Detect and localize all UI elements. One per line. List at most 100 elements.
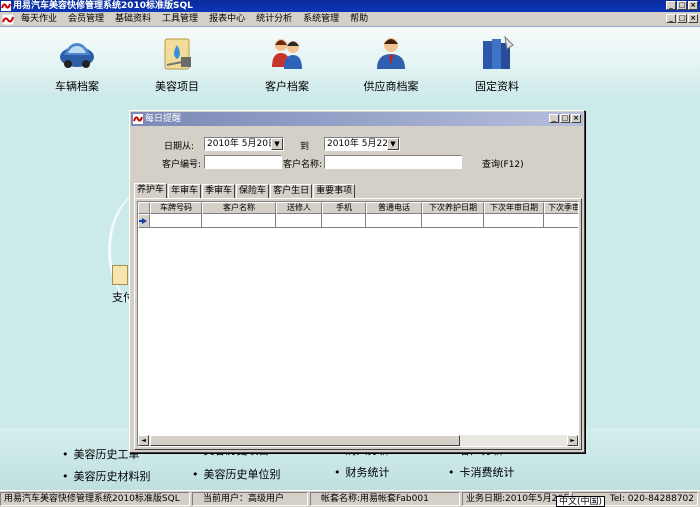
header-plate-number[interactable]: 车牌号码 bbox=[150, 202, 202, 214]
reminder-grid[interactable]: 车牌号码 客户名称 送修人 手机 普通电话 下次养护日期 下次年审日期 下次季审 bbox=[137, 201, 579, 447]
dialog-maximize-button[interactable]: □ bbox=[560, 114, 570, 123]
scroll-left-icon[interactable]: ◄ bbox=[138, 435, 149, 446]
maximize-button[interactable]: □ bbox=[677, 1, 687, 10]
menu-logo-icon[interactable] bbox=[2, 13, 14, 25]
mdi-restore-button[interactable]: □ bbox=[677, 14, 687, 23]
link-financial-statistics[interactable]: 财务统计 bbox=[334, 464, 390, 480]
dialog-window-controls: _ □ × bbox=[549, 114, 581, 123]
grid-header: 车牌号码 客户名称 送修人 手机 普通电话 下次养护日期 下次年审日期 下次季审 bbox=[138, 202, 578, 214]
tab-important-matters[interactable]: 重要事项 bbox=[313, 184, 356, 198]
header-mobile[interactable]: 手机 bbox=[322, 202, 366, 214]
tool-beauty-items[interactable]: 美容项目 bbox=[132, 33, 222, 94]
header-phone[interactable]: 普通电话 bbox=[366, 202, 422, 214]
cell-phone[interactable] bbox=[366, 214, 422, 228]
menu-statistics[interactable]: 统计分析 bbox=[251, 12, 298, 26]
date-to-label: 到 bbox=[300, 142, 310, 152]
customers-icon bbox=[272, 39, 302, 69]
cell-customer-name[interactable] bbox=[202, 214, 276, 228]
tool-label: 固定资料 bbox=[475, 80, 519, 93]
cell-plate-number[interactable] bbox=[150, 214, 202, 228]
status-app-name: 用易汽车美容快修管理系统2010标准版SQL bbox=[0, 492, 190, 506]
close-button[interactable]: × bbox=[688, 1, 698, 10]
beauty-icon bbox=[164, 38, 191, 70]
status-current-user: 当前用户：高级用户 bbox=[192, 492, 308, 506]
dialog-title-bar[interactable]: 每日提醒 _ □ × bbox=[131, 112, 583, 126]
app-title: 用易汽车美容快修管理系统2010标准版SQL bbox=[13, 1, 193, 11]
date-to-picker[interactable]: 2010年 5月22日 ▼ bbox=[324, 137, 400, 151]
date-from-picker[interactable]: 2010年 5月20日 ▼ bbox=[204, 137, 284, 151]
dialog-close-button[interactable]: × bbox=[571, 114, 581, 123]
scroll-right-icon[interactable]: ► bbox=[567, 435, 578, 446]
header-indicator bbox=[138, 202, 150, 214]
tab-quarterly-inspection[interactable]: 季审车 bbox=[202, 184, 236, 198]
menu-basic-data[interactable]: 基础资料 bbox=[110, 12, 157, 26]
customer-name-input[interactable] bbox=[324, 155, 462, 169]
cell-mobile[interactable] bbox=[322, 214, 366, 228]
chevron-down-icon[interactable]: ▼ bbox=[271, 138, 283, 150]
menu-member-management[interactable]: 会员管理 bbox=[63, 12, 110, 26]
menu-system-management[interactable]: 系统管理 bbox=[298, 12, 345, 26]
tab-panel: 车牌号码 客户名称 送修人 手机 普通电话 下次养护日期 下次年审日期 下次季审 bbox=[134, 198, 582, 450]
horizontal-scrollbar[interactable]: ◄ ► bbox=[138, 435, 578, 446]
dialog-minimize-button[interactable]: _ bbox=[549, 114, 559, 123]
dialog-title: 每日提醒 bbox=[145, 114, 182, 124]
dialog-logo-icon bbox=[133, 114, 143, 124]
date-from-label: 日期从: bbox=[164, 142, 195, 152]
link-card-consumption-statistics[interactable]: 卡消费统计 bbox=[448, 464, 515, 480]
tool-customer-records[interactable]: 客户档案 bbox=[242, 33, 332, 94]
tool-fixed-data[interactable]: 固定资料 bbox=[452, 33, 542, 94]
mdi-minimize-button[interactable]: _ bbox=[666, 14, 676, 23]
cell-next-annual[interactable] bbox=[484, 214, 544, 228]
header-customer-name[interactable]: 客户名称 bbox=[202, 202, 276, 214]
header-sender[interactable]: 送修人 bbox=[276, 202, 322, 214]
link-beauty-history-materials[interactable]: 美容历史材料别 bbox=[62, 468, 151, 484]
mdi-close-button[interactable]: × bbox=[688, 14, 698, 23]
date-from-value: 2010年 5月20日 bbox=[207, 139, 277, 149]
tab-insurance[interactable]: 保险车 bbox=[236, 184, 270, 198]
menu-bar: 每天作业 会员管理 基础资料 工具管理 报表中心 统计分析 系统管理 帮助 _ … bbox=[0, 12, 700, 26]
header-next-maintenance[interactable]: 下次养护日期 bbox=[422, 202, 484, 214]
menu-daily-work[interactable]: 每天作业 bbox=[16, 12, 63, 26]
supplier-icon bbox=[377, 38, 405, 69]
customer-no-label: 客户编号: bbox=[162, 160, 202, 170]
table-row[interactable] bbox=[138, 214, 578, 228]
window-controls: _ □ × bbox=[666, 1, 698, 10]
customer-no-input[interactable] bbox=[204, 155, 282, 169]
status-business-date: 业务日期:2010年5月20日 bbox=[462, 492, 570, 506]
cell-next-quarterly[interactable] bbox=[544, 214, 578, 228]
tool-label: 供应商档案 bbox=[363, 80, 419, 93]
ime-indicator[interactable]: 中文(中国) bbox=[556, 496, 606, 507]
scroll-thumb[interactable] bbox=[150, 435, 460, 446]
tab-maintenance-cars[interactable]: 养护车 bbox=[134, 183, 168, 198]
mdi-window-controls: _ □ × bbox=[666, 14, 698, 23]
tool-label: 美容项目 bbox=[155, 80, 199, 93]
books-icon bbox=[483, 35, 514, 69]
tool-vehicle-records[interactable]: 车辆档案 bbox=[32, 33, 122, 94]
tool-label: 客户档案 bbox=[265, 80, 309, 93]
daily-reminder-dialog: 每日提醒 _ □ × 日期从: 2010年 5月20日 ▼ 到 2010年 5月… bbox=[129, 110, 585, 453]
query-button[interactable]: 查询(F12) bbox=[482, 157, 524, 170]
tool-supplier-records[interactable]: 供应商档案 bbox=[346, 33, 436, 94]
minimize-button[interactable]: _ bbox=[666, 1, 676, 10]
cell-sender[interactable] bbox=[276, 214, 322, 228]
header-next-annual[interactable]: 下次年审日期 bbox=[484, 202, 544, 214]
customer-name-label: 客户名称: bbox=[283, 160, 323, 170]
menu-report-center[interactable]: 报表中心 bbox=[204, 12, 251, 26]
tab-annual-inspection[interactable]: 年审车 bbox=[168, 184, 202, 198]
car-icon bbox=[60, 43, 94, 68]
scroll-track[interactable] bbox=[460, 435, 567, 446]
menu-help[interactable]: 帮助 bbox=[345, 12, 374, 26]
header-next-quarterly[interactable]: 下次季审 bbox=[544, 202, 578, 214]
app-logo-icon bbox=[1, 1, 11, 11]
chevron-down-icon[interactable]: ▼ bbox=[387, 138, 399, 150]
app-title-bar: 用易汽车美容快修管理系统2010标准版SQL _ □ × bbox=[0, 0, 700, 12]
status-account-name: 帐套名称:用易帐套Fab001 bbox=[310, 492, 460, 506]
link-beauty-history-units[interactable]: 美容历史单位别 bbox=[192, 466, 281, 482]
link-beauty-history-orders[interactable]: 美容历史工单 bbox=[62, 446, 140, 462]
cell-next-maintenance[interactable] bbox=[422, 214, 484, 228]
menu-tool-management[interactable]: 工具管理 bbox=[157, 12, 204, 26]
tab-customer-birthday[interactable]: 客户生日 bbox=[270, 184, 313, 198]
document-icon bbox=[112, 265, 128, 285]
tool-label: 车辆档案 bbox=[55, 80, 99, 93]
reminder-tabs: 养护车 年审车 季审车 保险车 客户生日 重要事项 bbox=[134, 183, 356, 198]
